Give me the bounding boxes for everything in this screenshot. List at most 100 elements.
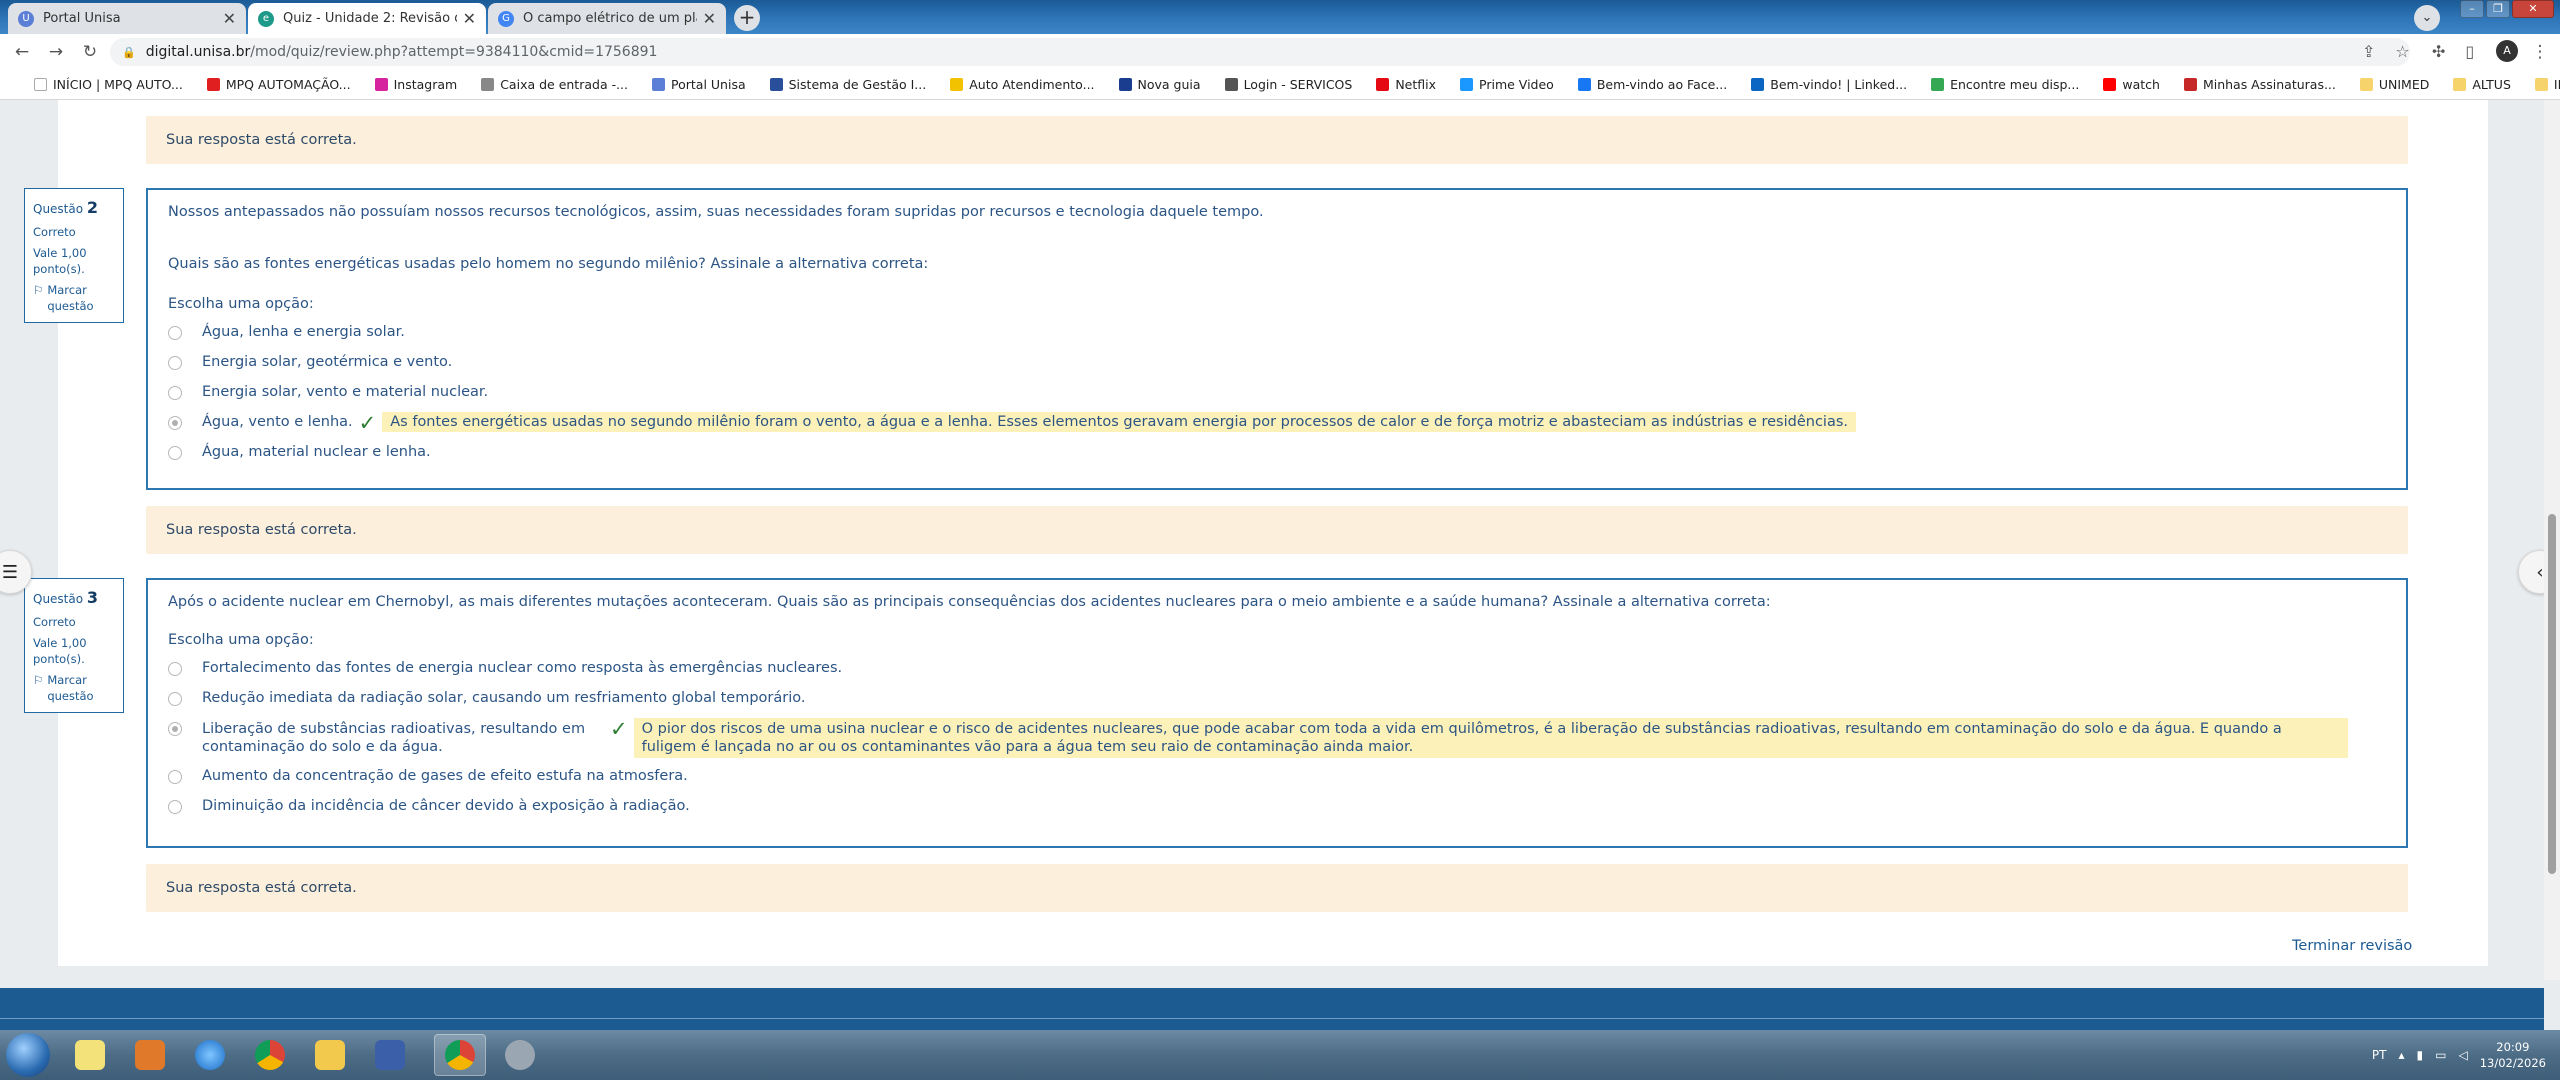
- flag-question-button[interactable]: ⚐ Marcar questão: [33, 673, 115, 704]
- bookmark-item[interactable]: Sistema de Gestão I...: [769, 77, 927, 92]
- feedback-q3: Sua resposta está correta.: [146, 864, 2408, 912]
- footer-divider: [0, 1018, 2544, 1019]
- bookmark-item[interactable]: Auto Atendimento...: [950, 77, 1095, 92]
- tray-expand-icon[interactable]: ▴: [2398, 1048, 2404, 1062]
- bookmark-label: Netflix: [1395, 77, 1437, 92]
- page-scrollbar[interactable]: [2544, 100, 2560, 980]
- taskbar-tool[interactable]: [494, 1034, 546, 1076]
- radio-button[interactable]: [168, 326, 182, 340]
- option-q3-a[interactable]: Fortalecimento das fontes de energia nuc…: [168, 660, 842, 676]
- option-q2-d-selected[interactable]: Água, vento e lenha. ✓ As fontes energét…: [168, 411, 1856, 435]
- reload-icon[interactable]: ↻: [80, 42, 100, 62]
- option-q2-a[interactable]: Água, lenha e energia solar.: [168, 324, 405, 340]
- windows-start-icon[interactable]: [6, 1033, 50, 1077]
- bookmark-item[interactable]: Bem-vindo ao Face...: [1577, 77, 1727, 92]
- flag-icon: ⚐: [33, 283, 44, 298]
- tab-portal-unisa[interactable]: U Portal Unisa ✕: [8, 3, 246, 34]
- bookmark-item[interactable]: Login - SERVICOS: [1224, 77, 1352, 92]
- bookmark-item[interactable]: watch: [2103, 77, 2160, 92]
- bookmark-label: Prime Video: [1479, 77, 1554, 92]
- option-q2-b[interactable]: Energia solar, geotérmica e vento.: [168, 354, 452, 370]
- bookmark-item[interactable]: Instagram: [374, 77, 457, 92]
- radio-button[interactable]: [168, 446, 182, 460]
- bookmark-item[interactable]: Netflix: [1376, 77, 1436, 92]
- taskbar-sticky-notes[interactable]: [64, 1034, 116, 1076]
- tab-search-chevron-icon[interactable]: ⌄: [2414, 5, 2440, 31]
- finish-review-link[interactable]: Terminar revisão: [2292, 938, 2412, 954]
- radio-button[interactable]: [168, 356, 182, 370]
- back-arrow-icon[interactable]: ←: [12, 42, 32, 62]
- radio-button-selected[interactable]: [168, 416, 182, 430]
- bookmark-label: Sistema de Gestão I...: [788, 77, 927, 92]
- taskbar-file-explorer[interactable]: [304, 1034, 356, 1076]
- radio-button[interactable]: [168, 692, 182, 706]
- radio-button[interactable]: [168, 770, 182, 784]
- bookmark-item[interactable]: MPQ AUTOMAÇÃO...: [206, 77, 351, 92]
- tab-quiz-review[interactable]: e Quiz - Unidade 2: Revisão da tentativa…: [248, 3, 486, 34]
- minimize-icon[interactable]: –: [2460, 0, 2484, 18]
- bookmark-label: Portal Unisa: [671, 77, 746, 92]
- profile-avatar[interactable]: A: [2496, 40, 2518, 62]
- taskbar-internet-explorer[interactable]: [184, 1034, 236, 1076]
- volume-icon[interactable]: ◁: [2458, 1048, 2467, 1062]
- bookmark-item[interactable]: ALTUS: [2453, 77, 2511, 92]
- bookmark-item[interactable]: Minhas Assinaturas...: [2183, 77, 2336, 92]
- browser-menu-icon[interactable]: ⋮: [2530, 42, 2550, 62]
- taskbar-chrome[interactable]: [244, 1034, 296, 1076]
- option-q3-c-selected[interactable]: Liberação de substâncias radioativas, re…: [168, 718, 2388, 758]
- bookmark-item[interactable]: Portal Unisa: [652, 77, 746, 92]
- bookmark-label: INGLES: [2553, 77, 2560, 92]
- bookmark-item[interactable]: Nova guia: [1118, 77, 1201, 92]
- option-q3-b[interactable]: Redução imediata da radiação solar, caus…: [168, 690, 805, 706]
- bookmark-label: MPQ AUTOMAÇÃO...: [225, 77, 351, 92]
- taskbar-chrome-active[interactable]: [434, 1034, 486, 1076]
- language-indicator[interactable]: PT: [2372, 1048, 2387, 1062]
- internet-explorer-icon: [195, 1040, 225, 1070]
- bookmark-star-icon[interactable]: ☆: [2395, 42, 2409, 61]
- new-tab-button[interactable]: +: [734, 5, 760, 31]
- tab-campo-eletrico[interactable]: G O campo elétrico de um plano infinito …: [488, 3, 726, 34]
- tab-close-icon[interactable]: ✕: [703, 9, 716, 28]
- option-q3-e[interactable]: Diminuição da incidência de câncer devid…: [168, 798, 690, 814]
- radio-button[interactable]: [168, 386, 182, 400]
- bookmark-item[interactable]: Prime Video: [1460, 77, 1554, 92]
- close-window-icon[interactable]: ✕: [2512, 0, 2554, 18]
- bookmark-item[interactable]: UNIMED: [2359, 77, 2429, 92]
- forward-arrow-icon[interactable]: →: [46, 42, 66, 62]
- option-q3-d[interactable]: Aumento da concentração de gases de efei…: [168, 768, 688, 784]
- address-bar[interactable]: 🔒 digital.unisa.br/mod/quiz/review.php?a…: [110, 38, 2410, 66]
- radio-button[interactable]: [168, 800, 182, 814]
- scrollbar-thumb[interactable]: [2548, 514, 2556, 874]
- bookmark-label: Nova guia: [1137, 77, 1201, 92]
- url-host: digital.unisa.br: [145, 44, 251, 60]
- network-icon[interactable]: ▮: [2417, 1048, 2424, 1062]
- share-icon[interactable]: ⇪: [2362, 42, 2375, 61]
- drawer-chevron-left-icon[interactable]: ‹: [2518, 550, 2544, 594]
- correct-check-icon: ✓: [358, 411, 377, 435]
- bookmark-item[interactable]: Encontre meu disp...: [1931, 77, 2079, 92]
- flag-question-button[interactable]: ⚐ Marcar questão: [33, 283, 115, 314]
- bookmark-favicon-icon: [2359, 78, 2373, 91]
- lock-icon[interactable]: 🔒: [122, 46, 136, 59]
- question-2-prompt: Quais são as fontes energéticas usadas p…: [168, 256, 929, 272]
- option-q2-e[interactable]: Água, material nuclear e lenha.: [168, 444, 431, 460]
- tab-close-icon[interactable]: ✕: [463, 9, 476, 28]
- radio-button-selected[interactable]: [168, 722, 182, 736]
- system-clock[interactable]: 20:09 13/02/2026: [2480, 1039, 2546, 1071]
- tab-close-icon[interactable]: ✕: [223, 9, 236, 28]
- maximize-icon[interactable]: ❐: [2486, 0, 2510, 18]
- bookmark-item[interactable]: Bem-vindo! | Linked...: [1751, 77, 1907, 92]
- bookmark-item[interactable]: INÍCIO | MPQ AUTO...: [34, 77, 183, 92]
- bookmark-favicon-icon: [206, 78, 220, 91]
- radio-button[interactable]: [168, 662, 182, 676]
- taskbar-app[interactable]: [364, 1034, 416, 1076]
- extensions-puzzle-icon[interactable]: ✣: [2432, 42, 2445, 61]
- app-icon: [375, 1040, 405, 1070]
- taskbar-media-player[interactable]: [124, 1034, 176, 1076]
- battery-icon[interactable]: ▭: [2435, 1048, 2446, 1062]
- bookmark-item[interactable]: INGLES: [2534, 77, 2560, 92]
- bookmark-favicon-icon: [1224, 78, 1238, 91]
- side-panel-icon[interactable]: ▯: [2465, 42, 2474, 61]
- bookmark-item[interactable]: Caixa de entrada -...: [481, 77, 628, 92]
- option-q2-c[interactable]: Energia solar, vento e material nuclear.: [168, 384, 488, 400]
